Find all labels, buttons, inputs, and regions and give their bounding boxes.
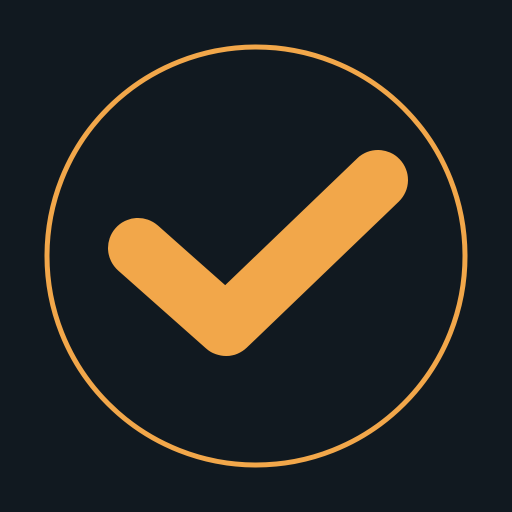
checkmark-circle-icon bbox=[44, 44, 468, 468]
app-icon bbox=[0, 0, 512, 512]
checkmark-icon bbox=[108, 150, 408, 356]
